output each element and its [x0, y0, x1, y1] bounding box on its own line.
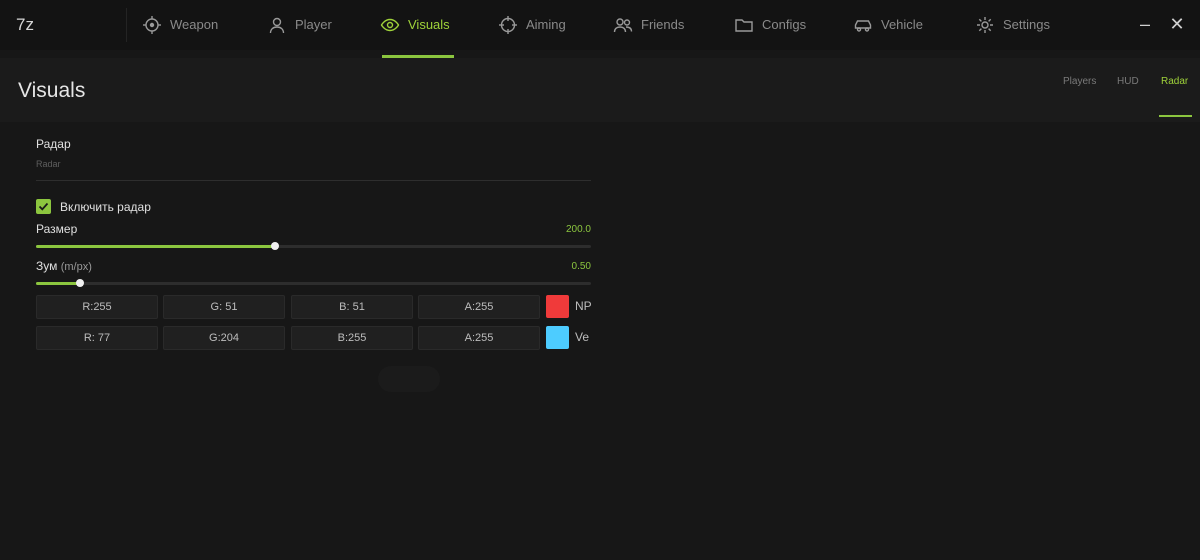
gear-icon: [975, 15, 995, 35]
zoom-slider[interactable]: [36, 279, 591, 287]
section-title: Радар: [36, 137, 71, 151]
crosshair-icon: [498, 15, 518, 35]
logo-divider: [126, 8, 127, 42]
tab-friends[interactable]: Friends: [613, 0, 684, 58]
alpha-channel-input[interactable]: A:255: [418, 326, 540, 350]
enable-radar-label: Включить радар: [60, 200, 151, 214]
size-slider-thumb[interactable]: [270, 242, 279, 250]
zoom-slider-label: Зум (m/px): [36, 259, 92, 273]
tab-friends-label: Friends: [641, 17, 685, 32]
size-slider-value: 200.0: [565, 224, 591, 235]
top-navigation-bar: 7z Weapon Player Visuals Aiming Friends: [0, 0, 1200, 50]
zoom-slider-value: 0.50: [571, 261, 591, 272]
section-subtitle: Radar: [36, 159, 61, 169]
tab-aiming-label: Aiming: [526, 17, 566, 32]
size-slider-label: Размер: [36, 222, 78, 236]
color-swatch[interactable]: [546, 326, 569, 349]
users-icon: [613, 15, 633, 35]
size-slider-fill: [36, 245, 275, 248]
color-swatch[interactable]: [546, 295, 569, 318]
tab-aiming[interactable]: Aiming: [498, 0, 566, 58]
tab-vehicle[interactable]: Vehicle: [853, 0, 923, 58]
tab-settings-label: Settings: [1003, 17, 1050, 32]
subtab-players[interactable]: Players: [1063, 76, 1096, 87]
tab-visuals[interactable]: Visuals: [380, 0, 450, 58]
active-subtab-indicator: [1159, 115, 1192, 117]
green-channel-input[interactable]: G:204: [163, 326, 285, 350]
subtab-radar[interactable]: Radar: [1161, 76, 1188, 87]
close-button[interactable]: ✕: [1165, 12, 1189, 36]
car-icon: [853, 15, 873, 35]
blue-channel-input[interactable]: B: 51: [291, 295, 413, 319]
page-title: Visuals: [18, 79, 86, 102]
enable-radar-checkbox[interactable]: [36, 199, 51, 214]
blue-channel-input[interactable]: B:255: [291, 326, 413, 350]
tab-configs-label: Configs: [762, 17, 807, 32]
section-divider: [36, 180, 591, 181]
user-icon: [267, 15, 287, 35]
color-swatch-label: NP: [575, 299, 591, 313]
folder-icon: [734, 15, 754, 35]
green-channel-input[interactable]: G: 51: [163, 295, 285, 319]
eye-icon: [380, 15, 400, 35]
tab-configs[interactable]: Configs: [734, 0, 806, 58]
zoom-slider-thumb[interactable]: [76, 279, 85, 287]
crosshair-target-icon: [142, 15, 162, 35]
minimize-button[interactable]: –: [1133, 12, 1157, 36]
subtab-hud[interactable]: HUD: [1117, 76, 1139, 87]
page-header: Visuals Players HUD Radar: [0, 58, 1200, 122]
checkmark-icon: [38, 202, 49, 211]
tab-weapon[interactable]: Weapon: [142, 0, 218, 58]
alpha-channel-input[interactable]: A:255: [418, 295, 540, 319]
tab-visuals-label: Visuals: [408, 17, 450, 32]
background-ghost-button: [378, 366, 440, 392]
tab-player[interactable]: Player: [267, 0, 332, 58]
red-channel-input[interactable]: R:255: [36, 295, 158, 319]
tab-player-label: Player: [295, 17, 332, 32]
app-logo: 7z: [16, 15, 34, 34]
size-slider[interactable]: [36, 242, 591, 250]
tab-vehicle-label: Vehicle: [881, 17, 923, 32]
zoom-slider-label-text: Зум: [36, 259, 58, 273]
tab-weapon-label: Weapon: [170, 17, 219, 32]
color-swatch-label: Ve: [575, 330, 590, 344]
red-channel-input[interactable]: R: 77: [36, 326, 158, 350]
zoom-slider-fill: [36, 282, 81, 285]
tab-settings[interactable]: Settings: [975, 0, 1050, 58]
zoom-slider-unit: (m/px): [60, 261, 92, 273]
